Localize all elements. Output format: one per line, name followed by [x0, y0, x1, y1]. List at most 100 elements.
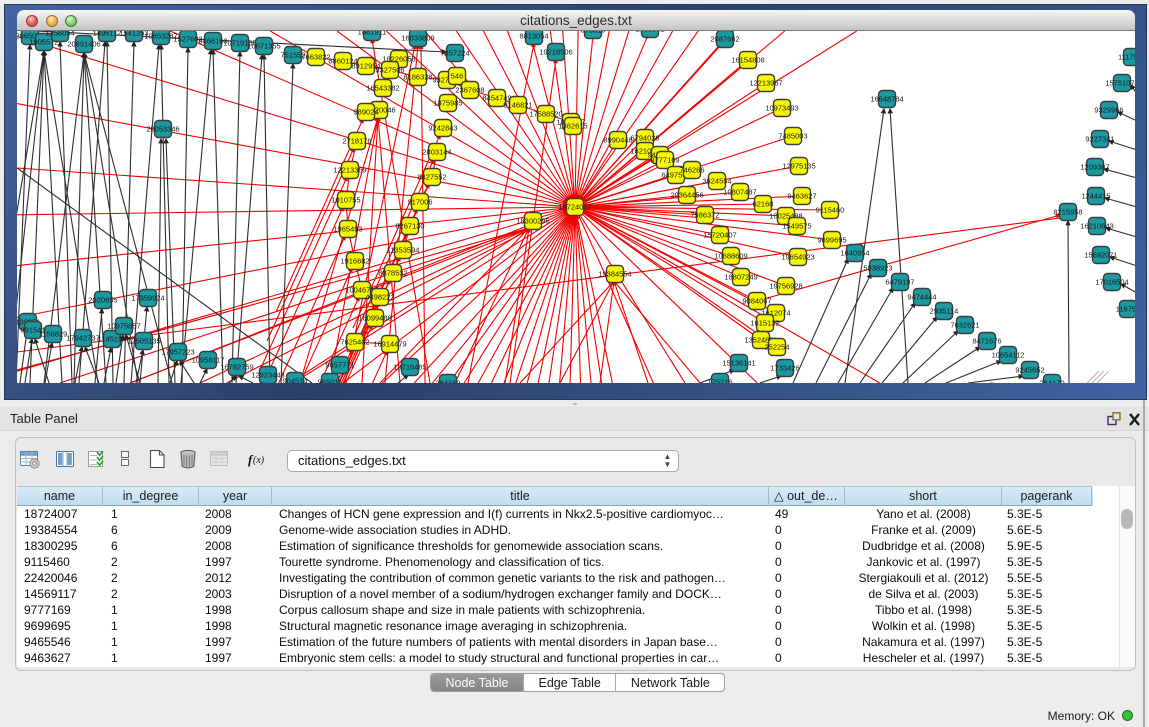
svg-text:18724007: 18724007	[558, 203, 591, 212]
svg-text:9777169: 9777169	[650, 156, 679, 165]
svg-text:1549575: 1549575	[782, 222, 811, 231]
svg-text:10975857: 10975857	[107, 322, 140, 331]
svg-text:10688609: 10688609	[714, 252, 747, 261]
svg-text:7485003: 7485003	[778, 132, 807, 141]
svg-text:6479197: 6479197	[885, 278, 914, 287]
svg-text:8878532: 8878532	[378, 269, 407, 278]
svg-text:15136141: 15136141	[722, 359, 755, 368]
svg-text:9474444: 9474444	[907, 293, 936, 302]
svg-text:1065831: 1065831	[635, 31, 664, 34]
svg-text:7857224: 7857224	[440, 49, 469, 58]
svg-text:2367608: 2367608	[455, 86, 484, 95]
svg-text:5938923: 5938923	[863, 264, 892, 273]
svg-text:904514: 904514	[282, 377, 307, 384]
svg-text:6794028: 6794028	[630, 134, 659, 143]
svg-text:917006: 917006	[407, 198, 432, 207]
svg-text:16914479: 16914479	[373, 340, 406, 349]
svg-text:1209387: 1209387	[1080, 163, 1109, 172]
svg-text:9115460: 9115460	[816, 206, 845, 215]
svg-text:7625402: 7625402	[340, 338, 369, 347]
svg-text:10807487: 10807487	[723, 188, 756, 197]
svg-text:746266: 746266	[679, 166, 704, 175]
svg-text:264170: 264170	[1039, 379, 1064, 384]
svg-text:15720407: 15720407	[703, 231, 736, 240]
svg-text:989024: 989024	[353, 108, 378, 117]
svg-text:8813054: 8813054	[519, 32, 548, 41]
svg-text:116753: 116753	[1116, 305, 1135, 314]
svg-text:8471676: 8471676	[972, 337, 1001, 346]
svg-text:12975135: 12975135	[782, 162, 815, 171]
svg-text:1916682: 1916682	[340, 257, 369, 266]
svg-text:1640954: 1640954	[840, 249, 869, 258]
svg-text:1861911: 1861911	[358, 31, 387, 37]
svg-text:1010755: 1010755	[331, 196, 360, 205]
svg-text:12213369: 12213369	[333, 166, 366, 175]
svg-text:16033809: 16033809	[401, 34, 434, 43]
svg-text:1145194: 1145194	[98, 335, 127, 344]
svg-text:2020655: 2020655	[88, 296, 117, 305]
svg-text:1965493: 1965493	[333, 225, 362, 234]
svg-text:264169: 264169	[435, 379, 460, 384]
svg-text:8990448: 8990448	[603, 136, 632, 145]
svg-text:20053346: 20053346	[146, 125, 179, 134]
svg-text:10654112: 10654112	[992, 351, 1025, 360]
svg-text:17359924: 17359924	[131, 294, 164, 303]
svg-text:546: 546	[451, 72, 464, 81]
svg-text:12923448: 12923448	[251, 371, 284, 380]
svg-text:9227341: 9227341	[1085, 135, 1114, 144]
svg-text:17016504: 17016504	[1095, 278, 1128, 287]
svg-text:3624554: 3624554	[702, 177, 731, 186]
svg-text:9329966: 9329966	[1094, 106, 1123, 115]
svg-text:9084067: 9084067	[742, 297, 771, 306]
svg-text:15751074: 15751074	[1105, 79, 1135, 88]
svg-text:12505135: 12505135	[127, 337, 160, 346]
svg-text:20691406: 20691406	[67, 40, 100, 49]
svg-text:7632621: 7632621	[950, 321, 979, 330]
svg-text:11353594: 11353594	[387, 246, 420, 255]
svg-text:16099488: 16099488	[358, 314, 391, 323]
svg-text:17957223: 17957223	[161, 348, 194, 357]
svg-text:1358054: 1358054	[45, 31, 74, 38]
svg-text:12213967: 12213967	[749, 79, 782, 88]
svg-text:965011: 965011	[318, 378, 342, 384]
svg-text:19218506: 19218506	[539, 48, 572, 57]
svg-text:9327506: 9327506	[375, 66, 404, 75]
svg-text:4498222: 4498222	[365, 293, 394, 302]
svg-text:18807249: 18807249	[724, 273, 757, 282]
svg-text:175216: 175216	[707, 378, 732, 384]
svg-text:873019: 873019	[580, 31, 605, 35]
svg-text:7986372: 7986372	[690, 211, 719, 220]
svg-text:9242843: 9242843	[428, 124, 457, 133]
svg-text:1875985: 1875985	[433, 99, 462, 108]
svg-text:8215958: 8215958	[1053, 208, 1082, 217]
svg-text:8186328: 8186328	[403, 73, 432, 82]
svg-text:1244415: 1244415	[1081, 192, 1110, 201]
svg-text:1156829: 1156829	[39, 330, 68, 339]
svg-text:9146821: 9146821	[503, 101, 532, 110]
svg-text:13716485: 13716485	[393, 363, 426, 372]
svg-text:10973493: 10973493	[765, 104, 798, 113]
svg-text:8427552: 8427552	[417, 173, 446, 182]
svg-text:8267130: 8267130	[395, 222, 424, 231]
svg-text:1733426: 1733426	[770, 364, 799, 373]
svg-text:16210643: 16210643	[1080, 222, 1113, 231]
svg-text:1117543: 1117543	[1118, 53, 1135, 62]
svg-text:2935114: 2935114	[930, 307, 959, 316]
svg-text:16543382: 16543382	[366, 84, 399, 93]
svg-text:19384554: 19384554	[598, 270, 631, 279]
svg-text:2803144: 2803144	[422, 148, 451, 157]
svg-text:(x): (x)	[253, 455, 265, 466]
svg-text:9245652: 9245652	[1015, 366, 1044, 375]
svg-text:9699695: 9699695	[817, 236, 846, 245]
svg-text:9463627: 9463627	[787, 192, 816, 201]
svg-text:19756928: 19756928	[769, 282, 802, 291]
svg-text:18300295: 18300295	[516, 217, 549, 226]
svg-text:16648784: 16648784	[870, 95, 903, 104]
svg-text:10671355: 10671355	[247, 42, 280, 51]
svg-text:1362615: 1362615	[558, 122, 587, 131]
svg-text:15692071: 15692071	[1084, 251, 1117, 260]
svg-text:16782759: 16782759	[220, 363, 253, 372]
svg-text:2087682: 2087682	[710, 35, 739, 44]
svg-text:252254: 252254	[764, 343, 789, 352]
svg-text:16154808: 16154808	[731, 56, 764, 65]
